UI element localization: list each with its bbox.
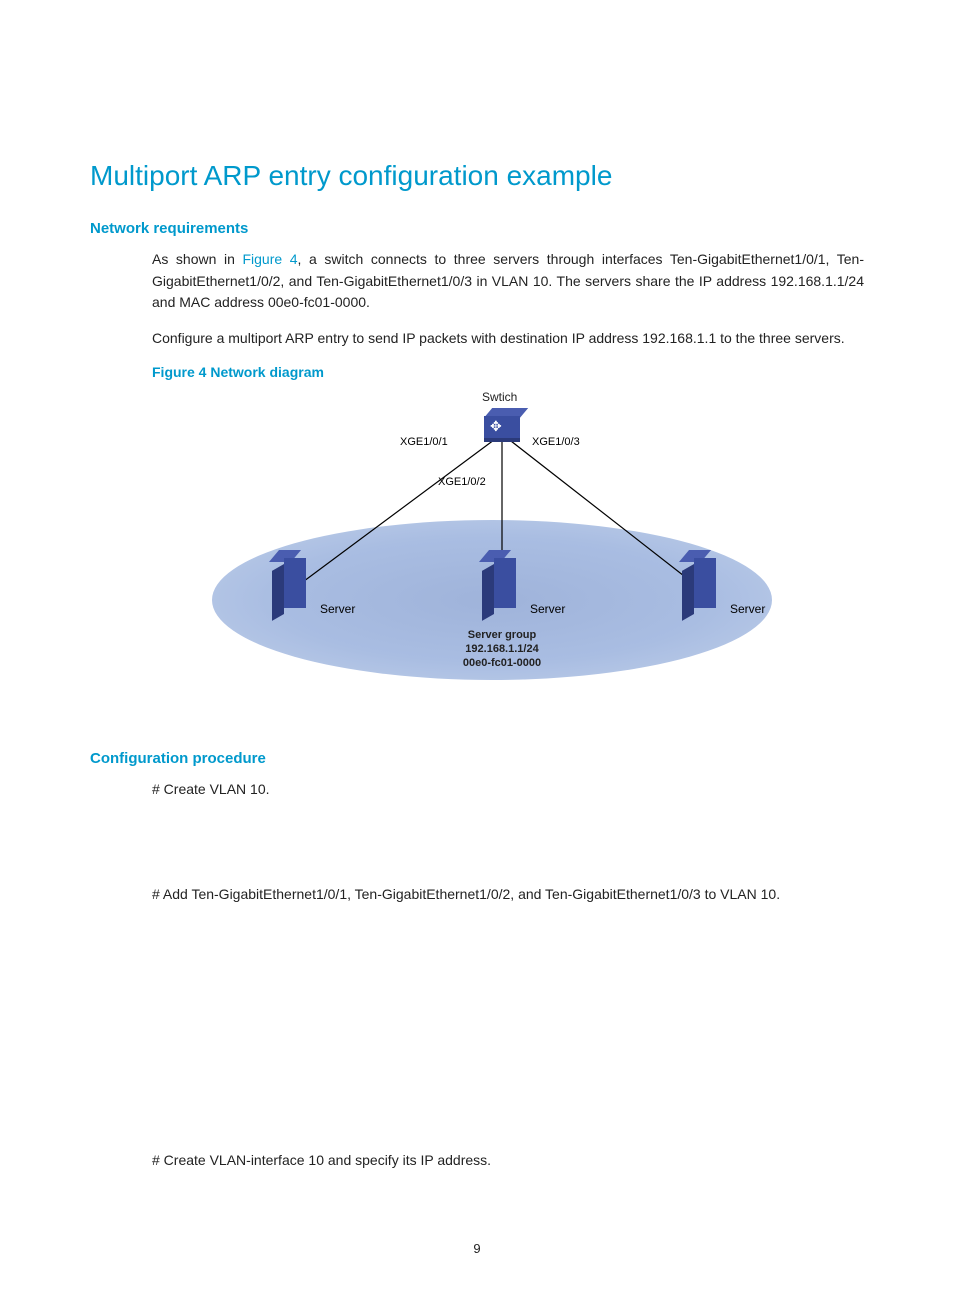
paragraph-1: As shown in Figure 4, a switch connects … [152, 249, 864, 314]
section-config-procedure: Configuration procedure [90, 750, 864, 767]
group-name: Server group [468, 629, 536, 641]
server-group-label: Server group 192.168.1.1/24 00e0-fc01-00… [442, 628, 562, 671]
server-icon [482, 558, 520, 614]
server-label-2: Server [530, 602, 565, 616]
body-block: As shown in Figure 4, a switch connects … [152, 249, 864, 710]
page-content: Multiport ARP entry configuration exampl… [0, 0, 954, 1226]
page-title: Multiport ARP entry configuration exampl… [90, 160, 864, 192]
port-label-3: XGE1/0/3 [532, 436, 580, 448]
group-ip: 192.168.1.1/24 [465, 643, 538, 655]
server-label-3: Server [730, 602, 765, 616]
network-diagram: ✥ Swtich XGE1/0/1 XGE1/0/2 XGE1/0/3 Serv… [212, 390, 792, 710]
paragraph-2: Configure a multiport ARP entry to send … [152, 328, 864, 350]
switch-arrows-icon: ✥ [490, 419, 502, 433]
switch-label: Swtich [482, 390, 517, 404]
server-icon [272, 558, 310, 614]
figure-caption: Figure 4 Network diagram [152, 364, 864, 380]
switch-icon: ✥ [484, 410, 520, 438]
page-number: 9 [0, 1241, 954, 1256]
step-2: # Add Ten-GigabitEthernet1/0/1, Ten-Giga… [152, 884, 864, 906]
paragraph-1-pre: As shown in [152, 251, 242, 267]
section-network-requirements: Network requirements [90, 220, 864, 237]
port-label-1: XGE1/0/1 [400, 436, 448, 448]
port-label-2: XGE1/0/2 [438, 476, 486, 488]
group-mac: 00e0-fc01-0000 [463, 657, 541, 669]
config-steps: # Create VLAN 10. # Add Ten-GigabitEther… [152, 779, 864, 1172]
step-1: # Create VLAN 10. [152, 779, 864, 801]
server-icon [682, 558, 720, 614]
figure-link[interactable]: Figure 4 [242, 251, 297, 267]
figure-wrap: ✥ Swtich XGE1/0/1 XGE1/0/2 XGE1/0/3 Serv… [152, 390, 864, 710]
step-3: # Create VLAN-interface 10 and specify i… [152, 1150, 864, 1172]
server-label-1: Server [320, 602, 355, 616]
